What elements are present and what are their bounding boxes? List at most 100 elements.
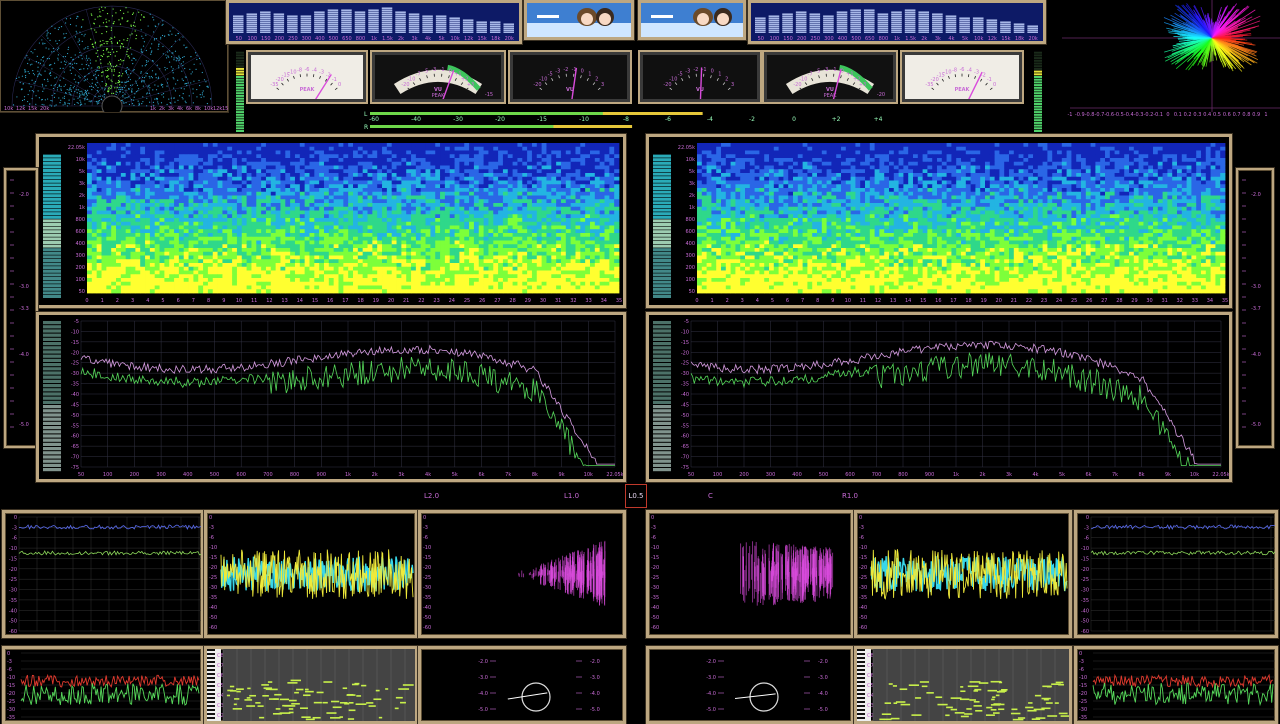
eq-bar-segment <box>301 28 312 29</box>
spectrogram-cell <box>532 154 537 158</box>
spectrogram-cell <box>290 158 295 162</box>
level-segment <box>1034 111 1042 113</box>
spectrogram-cell <box>580 143 585 147</box>
spectrogram-cell <box>213 177 218 181</box>
polar-dot <box>53 88 54 89</box>
spectrogram-cell <box>193 233 198 237</box>
spectrogram-cell <box>348 188 353 192</box>
spectrogram-cell <box>450 218 455 222</box>
eq-bar-segment <box>796 16 807 17</box>
eq-bar-segment <box>905 20 916 21</box>
eq-bar-segment <box>449 20 460 21</box>
spectrogram-cell <box>179 218 184 222</box>
spectrogram-cell <box>575 218 580 222</box>
polar-dot <box>43 64 44 65</box>
spectrogram-cell <box>295 154 300 158</box>
eq-bar-segment <box>918 14 929 15</box>
spectrogram-cell <box>276 143 281 147</box>
polar-dot <box>126 97 127 98</box>
spectrogram-cell <box>169 143 174 147</box>
spectrogram-cell <box>571 181 576 185</box>
spectrogram-cell <box>464 188 469 192</box>
spectrogram-cell <box>551 233 556 237</box>
spectrogram-cell <box>353 177 358 181</box>
polar-dot <box>63 68 64 69</box>
spectrogram-cell <box>92 181 97 185</box>
spectrogram-cell <box>343 233 348 237</box>
spectrogram-cell <box>542 181 547 185</box>
polar-dot <box>100 45 101 46</box>
spectrogram-cell <box>256 173 261 177</box>
polar-dot <box>170 31 171 32</box>
spectrogram-cell <box>353 192 358 196</box>
polar-dot <box>35 104 36 105</box>
spectrogram-cell <box>222 184 227 188</box>
spectrogram-cell <box>479 151 484 155</box>
spectrogram-cell <box>484 143 489 147</box>
eq-bar-segment <box>503 26 514 27</box>
spectrogram-cell <box>595 169 600 173</box>
spectrogram-cell <box>513 188 518 192</box>
spectrogram-cell <box>387 147 392 151</box>
spectrogram-cell <box>508 177 513 181</box>
spectrogram-cell <box>314 214 319 218</box>
spectrogram-cell <box>189 188 194 192</box>
spectrogram-cell <box>551 151 556 155</box>
spectrogram-cell <box>397 151 402 155</box>
spectrogram-cell <box>169 166 174 170</box>
spectrogram-cell <box>247 177 252 181</box>
spectrogram-cell <box>179 166 184 170</box>
spectrogram-cell <box>247 158 252 162</box>
spectrogram-cell <box>556 143 561 147</box>
polar-dot <box>97 56 98 57</box>
spectrogram-cell <box>295 151 300 155</box>
spectrogram-cell <box>537 229 542 233</box>
eq-bar-segment <box>796 26 807 27</box>
polar-dot <box>98 91 99 92</box>
spectrogram-cell <box>382 214 387 218</box>
spectrogram-cell <box>571 222 576 226</box>
polar-dot <box>74 86 75 87</box>
spectrogram-cell <box>455 143 460 147</box>
spectrogram-cell <box>585 181 590 185</box>
spectrogram-cell <box>479 154 484 158</box>
spectrogram-cell <box>338 196 343 200</box>
spectrogram-cell <box>271 226 276 230</box>
spectrogram-cell <box>261 229 266 233</box>
polar-dot <box>20 82 21 83</box>
spectrogram-cell <box>285 218 290 222</box>
eq-bar-segment <box>918 16 929 17</box>
spectrogram-cell <box>508 229 513 233</box>
polar-dot <box>66 33 67 34</box>
spectrogram-cell <box>121 166 126 170</box>
spectrogram-cell <box>488 229 493 233</box>
spectrogram-cell <box>387 143 392 147</box>
polar-dot <box>75 36 76 37</box>
spectrogram-cell <box>179 192 184 196</box>
spectrogram-cell <box>479 233 484 237</box>
eq-bar-segment <box>796 12 807 13</box>
spectrogram-cell <box>348 181 353 185</box>
spectrogram-cell <box>261 147 266 151</box>
spectrogram-cell <box>242 188 247 192</box>
spectrogram-cell <box>193 169 198 173</box>
spectro-gauge-seg <box>43 205 61 208</box>
spectrogram-cell <box>421 162 426 166</box>
spectrogram-cell <box>561 233 566 237</box>
polar-dot <box>141 81 142 82</box>
spectrogram-cell <box>164 169 169 173</box>
spectrogram-cell <box>121 233 126 237</box>
spectrogram-cell <box>585 151 590 155</box>
spectrogram-cell <box>305 199 310 203</box>
spectrogram-cell <box>155 218 160 222</box>
spectrogram-cell <box>174 218 179 222</box>
polar-dot <box>82 41 83 42</box>
spectrogram-cell <box>280 233 285 237</box>
eq-bar-segment <box>796 30 807 31</box>
eq-bar-segment <box>368 14 379 15</box>
eq-bar-segment <box>850 30 861 31</box>
spectrogram-cell <box>479 158 484 162</box>
spectrogram-cell <box>261 199 266 203</box>
spectrogram-cell <box>392 184 397 188</box>
spectrogram-cell <box>522 203 527 207</box>
